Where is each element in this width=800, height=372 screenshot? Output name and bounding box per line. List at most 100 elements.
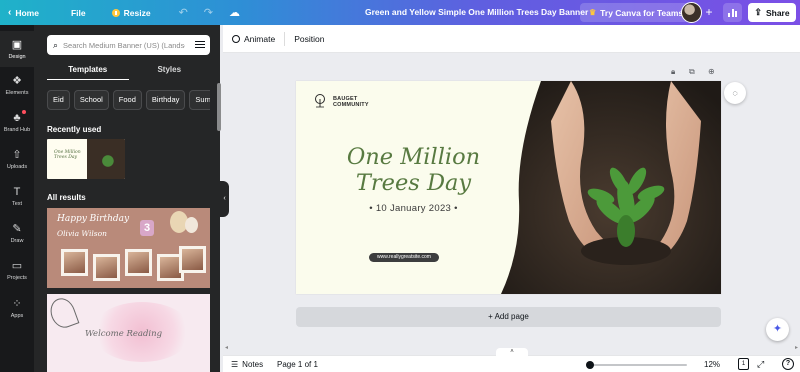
chip-birthday[interactable]: Birthday: [145, 90, 186, 110]
rail-label: Design: [8, 53, 26, 60]
help-icon[interactable]: ?: [782, 358, 794, 370]
recent-thumb-image: [87, 139, 125, 179]
insights-button[interactable]: [723, 3, 742, 22]
animate-label: Animate: [244, 33, 276, 44]
chevron-left-icon: ‹: [8, 7, 12, 18]
page-count-button[interactable]: 1: [738, 358, 749, 370]
chip-school[interactable]: School: [73, 90, 109, 110]
sparkle-icon: ✦: [772, 323, 783, 335]
birthday-number: 3: [140, 220, 154, 236]
tab-styles[interactable]: Styles: [129, 63, 211, 80]
share-button[interactable]: ⇪ Share: [748, 3, 796, 22]
category-chips: Eid School Food Birthday Summer: [47, 90, 210, 110]
brand-line2: COMMUNITY: [333, 102, 369, 108]
magic-assistant-button[interactable]: ✦: [766, 318, 789, 341]
expand-pages-button[interactable]: ˄: [496, 348, 528, 356]
rail-label: Elements: [5, 89, 29, 96]
rail-item-elements[interactable]: ❖ Elements: [0, 67, 34, 103]
rail-item-design[interactable]: ▣ Design: [0, 31, 34, 67]
filter-icon[interactable]: [195, 39, 205, 51]
stats-icon: [728, 13, 730, 17]
resize-icon: [111, 8, 120, 17]
all-results-title: All results: [47, 193, 86, 202]
rail-label: Text: [11, 200, 23, 207]
rail-label: Projects: [7, 274, 27, 281]
rail-item-brand-hub[interactable]: ♣ Brand Hub: [0, 104, 34, 140]
notes-button[interactable]: ☰ Notes: [231, 360, 263, 369]
scroll-left-icon[interactable]: ◂: [225, 344, 228, 351]
design-icon: ▣: [11, 38, 23, 51]
design-page[interactable]: BAUGET COMMUNITY One Million Trees Day •…: [296, 81, 721, 294]
collapse-panel-button[interactable]: ‹: [220, 181, 229, 217]
rail-item-draw[interactable]: ✎ Draw: [0, 215, 34, 251]
brand-name: BAUGET COMMUNITY: [333, 96, 369, 108]
apps-icon: ⁘: [12, 297, 22, 310]
plus-icon: +: [705, 5, 713, 19]
rail-item-uploads[interactable]: ⇧ Uploads: [0, 141, 34, 177]
rail-label: Draw: [10, 237, 24, 244]
chip-summer[interactable]: Summer: [189, 90, 210, 110]
invite-plus-button[interactable]: +: [702, 5, 716, 19]
cloud-icon: ☁: [229, 7, 240, 19]
file-menu-button[interactable]: File: [63, 0, 94, 25]
animate-icon: [232, 34, 240, 43]
duplicate-page-icon[interactable]: ⧉: [689, 67, 695, 77]
rail-item-apps[interactable]: ⁘ Apps: [0, 290, 34, 326]
redo-button[interactable]: ↷: [196, 6, 221, 19]
rail-label: Apps: [10, 312, 24, 319]
rail-item-projects[interactable]: ▭ Projects: [0, 252, 34, 288]
home-button[interactable]: ‹ Home: [0, 0, 47, 25]
panel-scrollbar[interactable]: [217, 83, 221, 131]
try-teams-button[interactable]: ♛ Try Canva for Teams: [580, 3, 693, 22]
chip-food[interactable]: Food: [112, 90, 142, 110]
zoom-slider-handle[interactable]: [586, 361, 594, 369]
birthday-template-thumbnail[interactable]: Happy Birthday Olivia Wilson 3: [47, 208, 210, 288]
comment-button[interactable]: ◌: [724, 82, 746, 104]
position-button[interactable]: Position: [294, 34, 324, 44]
resize-button[interactable]: Resize: [104, 0, 159, 25]
bottom-bar: ☰ Notes Page 1 of 1 12% 1 ⤢ ?: [223, 355, 800, 372]
add-page-button[interactable]: + Add page: [296, 307, 721, 327]
photo-frame: [179, 246, 206, 273]
recent-template-thumbnail[interactable]: One Million Trees Day: [47, 139, 125, 179]
watercolor-template-thumbnail[interactable]: Welcome Reading: [47, 294, 210, 372]
draw-icon: ✎: [12, 222, 22, 235]
templates-panel: ⌕ Templates Styles Eid School Food Birth…: [34, 25, 220, 372]
headline[interactable]: One Million Trees Day: [326, 144, 501, 196]
seedling-photo[interactable]: [501, 81, 721, 294]
page-indicator[interactable]: Page 1 of 1: [277, 360, 318, 369]
notification-dot: [22, 110, 26, 114]
share-label: Share: [765, 7, 790, 18]
tab-templates[interactable]: Templates: [47, 63, 129, 80]
context-toolbar: Animate Position: [223, 25, 800, 53]
save-status-button[interactable]: ☁: [221, 6, 248, 19]
brand-icon: ♣: [13, 111, 21, 124]
recently-used-title: Recently used: [47, 125, 102, 134]
event-date[interactable]: • 10 January 2023 •: [326, 203, 501, 214]
add-page-icon[interactable]: ⊕: [708, 67, 715, 77]
zoom-slider-track[interactable]: [590, 364, 687, 366]
fullscreen-icon[interactable]: ⤢: [757, 359, 764, 370]
scroll-right-icon[interactable]: ▸: [795, 344, 798, 351]
rail-item-text[interactable]: T Text: [0, 178, 34, 214]
avatar[interactable]: [681, 2, 702, 23]
notes-icon: ☰: [231, 359, 239, 369]
search-icon: ⌕: [53, 39, 59, 50]
search-input[interactable]: [63, 40, 186, 50]
zoom-level[interactable]: 12%: [704, 360, 720, 369]
headline-line1: One Million: [346, 144, 481, 170]
balloon-icon: [185, 217, 198, 233]
redo-icon: ↷: [203, 7, 213, 19]
resize-label: Resize: [123, 7, 151, 18]
notes-label: Notes: [242, 359, 264, 369]
undo-button[interactable]: ↶: [171, 6, 196, 19]
website-url[interactable]: www.reallygreatsite.com: [369, 253, 439, 262]
share-icon: ⇪: [754, 7, 762, 17]
chevron-up-icon: ˄: [510, 349, 514, 355]
chip-eid[interactable]: Eid: [47, 90, 70, 110]
recent-thumb-text: One Million Trees Day: [54, 150, 81, 160]
document-title[interactable]: Green and Yellow Simple One Million Tree…: [365, 0, 588, 25]
animate-button[interactable]: Animate: [232, 34, 275, 44]
lock-icon[interactable]: 🔒︎: [671, 67, 675, 77]
template-search[interactable]: ⌕: [47, 35, 210, 55]
